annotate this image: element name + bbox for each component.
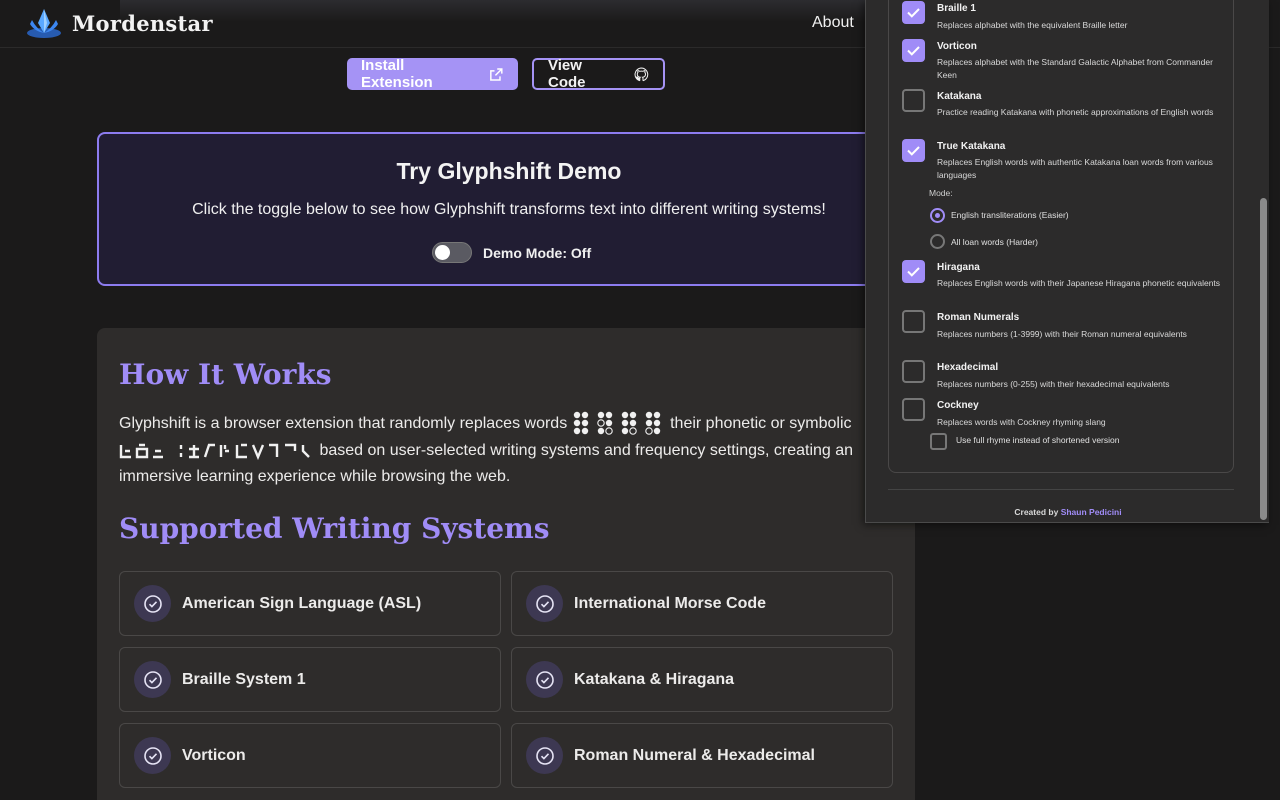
github-icon [634,67,649,81]
option-checkbox[interactable] [902,139,925,162]
system-card: Katakana & Hiragana [511,647,893,712]
how-text-a: Glyphshift is a browser extension that r… [119,415,568,433]
check-circle-icon [134,585,171,622]
demo-mode-label: Demo Mode: Off [483,244,592,261]
option-desc: Practice reading Katakana with phonetic … [937,107,1214,117]
system-card-label: Vorticon [182,746,246,764]
system-card-label: International Morse Code [574,594,767,612]
install-extension-label: Install Extension [361,57,433,91]
action-buttons: Install Extension View Code [347,57,665,91]
option-checkbox[interactable] [902,260,925,283]
check-circle-icon [526,585,563,622]
option-checkbox[interactable] [902,89,925,112]
option-desc: Replaces alphabet with the Standard Gala… [937,57,1213,80]
popup-scrollbar[interactable] [1260,198,1267,520]
brand[interactable]: Mordenstar [24,6,213,40]
view-code-button[interactable]: View Code [532,57,665,91]
cockney-full-rhyme-checkbox[interactable] [930,433,947,450]
system-card: International Morse Code [511,571,893,636]
system-card-label: Braille System 1 [182,670,306,688]
header-glow [120,0,880,22]
option-title: Braille 1 [937,3,976,14]
check-circle-icon [134,661,171,698]
option-checkbox[interactable] [902,39,925,62]
vorticon-glyph-icon [119,443,310,460]
check-circle-icon [526,661,563,698]
option-desc: Replaces alphabet with the equivalent Br… [937,20,1128,30]
option-title: Hexadecimal [937,362,999,373]
option-checkbox[interactable] [902,310,925,333]
external-link-icon [490,67,503,81]
system-card-label: American Sign Language (ASL) [182,594,422,612]
credit-prefix: Created by [1014,507,1059,517]
popup-divider [888,489,1234,490]
demo-subtitle: Click the toggle below to see how Glyphs… [192,201,826,218]
option-title: Vorticon [937,41,977,52]
credit-line: Created by Shaun Pedicini [866,507,1270,517]
brand-name: Mordenstar [72,10,213,36]
how-text-b: their phonetic or symbolic [670,415,852,433]
view-code-label: View Code [548,57,586,91]
option-checkbox[interactable] [902,360,925,383]
option-title: Katakana [937,91,982,102]
toggle-knob [435,245,450,260]
check-circle-icon [134,737,171,774]
extension-popup: Braille 1 Replaces alphabet with the equ… [865,0,1269,523]
option-title: Hiragana [937,262,980,273]
author-link[interactable]: Shaun Pedicini [1061,507,1122,517]
system-card: Braille System 1 [119,647,501,712]
system-card: American Sign Language (ASL) [119,571,501,636]
option-desc: Replaces numbers (1-3999) with their Rom… [937,329,1187,339]
cockney-full-rhyme-label: Use full rhyme instead of shortened vers… [956,435,1120,445]
braille-glyph-icon [573,411,660,435]
how-it-works-heading: How It Works [119,358,332,391]
option-title: True Katakana [937,141,1006,152]
check-circle-icon [526,737,563,774]
how-it-works-text: Glyphshift is a browser extension that r… [119,410,859,490]
system-card: Roman Numeral & Hexadecimal [511,723,893,788]
supported-systems-heading: Supported Writing Systems [119,512,550,545]
system-card-label: Katakana & Hiragana [574,670,735,688]
logo-icon [27,9,61,38]
system-card-label: Roman Numeral & Hexadecimal [574,746,815,764]
option-checkbox[interactable] [902,1,925,24]
option-title: Cockney [937,400,979,411]
option-desc: Replaces numbers (0-255) with their hexa… [937,379,1170,389]
nav-about-link[interactable]: About [812,14,854,32]
option-checkbox[interactable] [902,398,925,421]
mode-radio-label: All loan words (Harder) [951,237,1038,247]
option-desc: Replaces English words with their Japane… [937,278,1221,288]
option-desc: Replaces words with Cockney rhyming slan… [937,417,1106,427]
install-extension-button[interactable]: Install Extension [347,57,518,91]
option-title: Roman Numerals [937,312,1020,323]
option-desc: Replaces English words with authentic Ka… [937,157,1213,180]
demo-mode-toggle[interactable] [432,242,472,263]
system-card: Vorticon [119,723,501,788]
main-content: How It Works Glyphshift is a browser ext… [97,328,915,800]
demo-title: Try Glyphshift Demo [396,158,622,184]
mode-label: Mode: [929,188,953,198]
mode-radio-easier[interactable] [930,208,945,223]
mode-radio-label: English transliterations (Easier) [951,210,1069,220]
demo-toggle-row: Demo Mode: Off [432,242,591,263]
mode-radio-harder[interactable] [930,234,945,249]
demo-panel: Try Glyphshift Demo Click the toggle bel… [97,132,887,286]
